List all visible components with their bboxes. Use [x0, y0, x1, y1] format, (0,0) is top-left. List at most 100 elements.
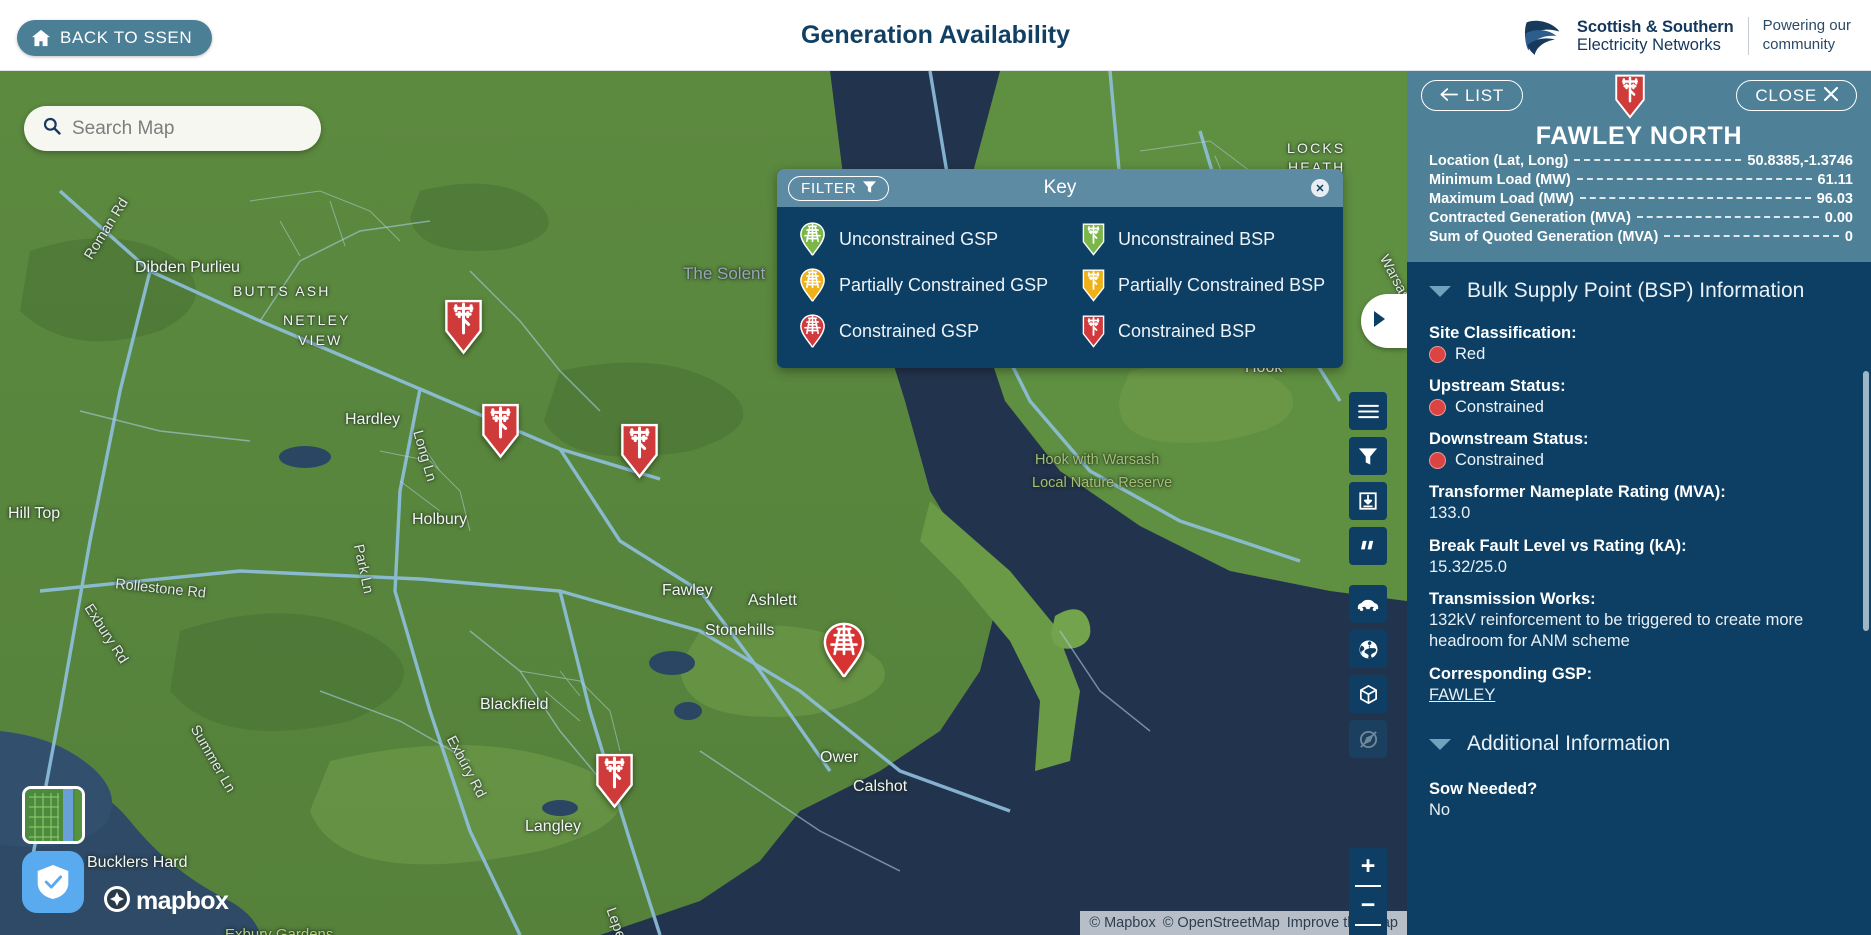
mapbox-logo[interactable]: mapbox — [104, 886, 229, 917]
bsp-marker-3[interactable] — [620, 423, 659, 479]
back-to-ssen-button[interactable]: BACK TO SSEN — [17, 20, 213, 56]
transmission-works-value: 132kV reinforcement to be triggered to c… — [1429, 611, 1804, 650]
minimap-thumbnail[interactable] — [22, 786, 85, 844]
key-item-label: Constrained GSP — [839, 320, 980, 341]
field-sow-needed: Sow Needed? No — [1407, 780, 1871, 821]
globe-icon[interactable] — [1349, 630, 1387, 668]
summary-row: Maximum Load (MW) 96.03 — [1421, 189, 1857, 208]
funnel-icon — [863, 180, 877, 197]
map-key-panel[interactable]: FILTER Key ✕ Unconstrained GSP Unconstra… — [777, 169, 1343, 368]
mapbox-mark-icon — [104, 886, 130, 917]
site-detail-body: Bulk Supply Point (BSP) Information Site… — [1407, 262, 1871, 821]
additional-section-title: Additional Information — [1467, 732, 1671, 756]
key-item-label: Unconstrained BSP — [1118, 228, 1276, 249]
filter-button[interactable]: FILTER — [788, 175, 890, 201]
summary-leader — [1574, 158, 1742, 161]
pitch-button[interactable]: ⇅ — [1349, 926, 1387, 935]
brand-line-2: Electricity Networks — [1576, 36, 1721, 54]
key-item-unconstrained-gsp[interactable]: Unconstrained GSP — [777, 216, 1060, 262]
ssen-mark-icon — [1523, 17, 1563, 55]
summary-leader — [1576, 177, 1812, 180]
brand-tagline-1: Powering our — [1762, 17, 1851, 35]
zoom-controls[interactable]: +− ⇅ — [1349, 848, 1387, 935]
gsp-marker-1[interactable] — [822, 622, 866, 680]
compass-icon[interactable] — [1349, 720, 1387, 758]
list-button-label: LIST — [1465, 85, 1505, 105]
upstream-status-label: Upstream Status: — [1429, 377, 1566, 395]
attribution-osm[interactable]: © OpenStreetMap — [1163, 915, 1280, 931]
zoom-out-button[interactable]: − — [1349, 887, 1387, 924]
search-icon — [42, 116, 62, 141]
site-marker-icon — [1614, 74, 1646, 119]
sow-needed-value: No — [1429, 801, 1451, 820]
transformer-rating-label: Transformer Nameplate Rating (MVA): — [1429, 483, 1726, 501]
map-tool-stack[interactable] — [1349, 392, 1387, 765]
close-icon[interactable]: ✕ — [1311, 179, 1329, 197]
key-item-label: Partially Constrained GSP — [839, 274, 1049, 295]
summary-row: Contracted Generation (MVA) 0.00 — [1421, 208, 1857, 227]
search-input[interactable] — [72, 117, 303, 140]
filter-icon[interactable] — [1349, 437, 1387, 475]
key-legend-grid: Unconstrained GSP Unconstrained BSP Part… — [777, 207, 1343, 368]
traffic-icon[interactable] — [1349, 585, 1387, 623]
summary-label: Contracted Generation (MVA) — [1429, 209, 1631, 226]
additional-section-toggle[interactable]: Additional Information — [1407, 715, 1871, 764]
bsp-marker-1[interactable] — [444, 299, 483, 355]
home-icon — [31, 29, 51, 47]
brand-tagline-2: community — [1762, 36, 1836, 53]
key-item-unconstrained-bsp[interactable]: Unconstrained BSP — [1060, 216, 1343, 262]
panel-scrollbar[interactable] — [1863, 371, 1869, 631]
close-panel-label: CLOSE — [1755, 85, 1817, 105]
bsp-shield-icon — [1082, 315, 1105, 348]
brand-line-1: Scottish & Southern — [1576, 17, 1734, 36]
summary-value: 0 — [1844, 228, 1853, 245]
corresponding-gsp-link[interactable]: FAWLEY — [1429, 685, 1849, 706]
chevron-down-icon — [1429, 285, 1451, 297]
menu-icon[interactable] — [1349, 392, 1387, 430]
download-icon[interactable] — [1349, 482, 1387, 520]
summary-label: Minimum Load (MW) — [1429, 171, 1571, 188]
search-map-box[interactable] — [24, 106, 321, 151]
key-item-constrained-gsp[interactable]: Constrained GSP — [777, 308, 1060, 354]
site-classification-label: Site Classification: — [1429, 324, 1577, 342]
list-button[interactable]: LIST — [1421, 80, 1524, 111]
summary-value: 96.03 — [1816, 190, 1853, 207]
measure-icon[interactable] — [1349, 527, 1387, 565]
field-downstream-status: Downstream Status: Constrained — [1407, 430, 1871, 470]
key-item-label: Partially Constrained BSP — [1118, 274, 1326, 295]
privacy-shield-icon[interactable] — [22, 851, 84, 913]
key-item-partially-constrained-bsp[interactable]: Partially Constrained BSP — [1060, 262, 1343, 308]
upstream-status-value: Constrained — [1455, 398, 1544, 416]
downstream-status-label: Downstream Status: — [1429, 430, 1589, 448]
mapbox-wordmark: mapbox — [136, 887, 229, 915]
bsp-shield-icon — [1082, 269, 1105, 302]
close-panel-button[interactable]: CLOSE — [1736, 80, 1857, 111]
back-to-ssen-label: BACK TO SSEN — [60, 28, 193, 47]
attribution-mapbox[interactable]: © Mapbox — [1089, 915, 1155, 931]
summary-value: 61.11 — [1817, 171, 1854, 188]
bsp-section-title: Bulk Supply Point (BSP) Information — [1467, 279, 1805, 302]
zoom-in-button[interactable]: + — [1349, 848, 1387, 885]
transmission-works-label: Transmission Works: — [1429, 590, 1596, 609]
field-site-classification: Site Classification: Red — [1407, 324, 1871, 364]
brand-wordmark: Scottish & Southern Electricity Networks — [1577, 18, 1734, 55]
3d-box-icon[interactable] — [1349, 675, 1387, 713]
summary-row: Minimum Load (MW) 61.11 — [1421, 170, 1857, 189]
bsp-marker-4[interactable] — [595, 753, 634, 809]
key-item-constrained-bsp[interactable]: Constrained BSP — [1060, 308, 1343, 354]
expand-panel-button[interactable] — [1361, 294, 1407, 348]
summary-row: Sum of Quoted Generation (MVA) 0 — [1421, 227, 1857, 246]
key-panel-header: FILTER Key ✕ — [777, 169, 1343, 207]
brand-divider — [1747, 17, 1749, 55]
site-name: FAWLEY NORTH — [1535, 122, 1743, 150]
app-header: BACK TO SSEN Generation Availability Sco… — [0, 0, 1871, 71]
gsp-pin-icon — [799, 314, 826, 348]
bsp-marker-2[interactable] — [481, 403, 520, 459]
bsp-section-toggle[interactable]: Bulk Supply Point (BSP) Information — [1407, 262, 1871, 311]
site-detail-panel[interactable]: LIST CLOSE FAWLEY NORTH Location (Lat, L… — [1407, 71, 1871, 935]
chevron-right-icon — [1371, 310, 1387, 333]
map-canvas[interactable]: Roman Rd Dibden Purlieu BUTTS ASH NETLEY VIE… — [0, 71, 1407, 935]
transformer-rating-value: 133.0 — [1429, 504, 1471, 522]
field-transformer-rating: Transformer Nameplate Rating (MVA): 133.… — [1407, 483, 1871, 524]
key-item-partially-constrained-gsp[interactable]: Partially Constrained GSP — [777, 262, 1060, 308]
